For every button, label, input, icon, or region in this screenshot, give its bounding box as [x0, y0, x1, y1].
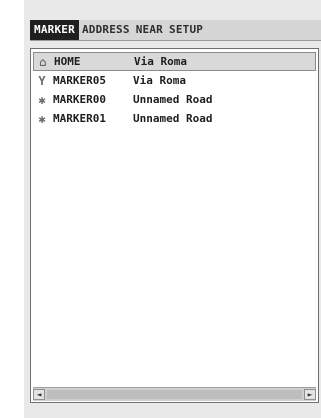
tab-address[interactable]: ADDRESS	[79, 20, 133, 40]
list-item[interactable]: Y MARKER05 Via Roma	[33, 71, 316, 90]
list-item[interactable]: ✱ MARKER00 Unnamed Road	[33, 90, 316, 109]
restaurant-glass-icon: Y	[38, 73, 46, 88]
scroll-left-arrow-icon[interactable]: ◄	[33, 389, 45, 400]
device-screen: MARKER ADDRESS NEAR SETUP ⌂ HOME Via Rom…	[24, 0, 321, 418]
scroll-right-arrow-icon[interactable]: ►	[304, 389, 316, 400]
tab-near[interactable]: NEAR	[133, 20, 166, 40]
marker-list-panel: ⌂ HOME Via Roma Y MARKER05 Via Roma ✱ MA…	[30, 48, 319, 403]
marker-name: MARKER05	[53, 74, 106, 87]
home-icon: ⌂	[39, 54, 47, 69]
marker-name: HOME	[54, 55, 81, 68]
tab-bar: MARKER ADDRESS NEAR SETUP	[30, 20, 321, 41]
marker-list: ⌂ HOME Via Roma Y MARKER05 Via Roma ✱ MA…	[33, 52, 316, 128]
marker-name: MARKER01	[53, 112, 106, 125]
marker-address: Unnamed Road	[133, 93, 213, 106]
list-item[interactable]: ✱ MARKER01 Unnamed Road	[33, 109, 316, 128]
marker-address: Unnamed Road	[133, 112, 213, 125]
marker-address: Via Roma	[134, 55, 187, 68]
list-item[interactable]: ⌂ HOME Via Roma	[33, 52, 316, 71]
scrollbar-thumb[interactable]	[47, 390, 302, 399]
tab-marker[interactable]: MARKER	[30, 20, 79, 40]
star-marker-icon: ✱	[38, 111, 46, 126]
tab-setup[interactable]: SETUP	[166, 20, 206, 40]
marker-name: MARKER00	[53, 93, 106, 106]
marker-address: Via Roma	[133, 74, 186, 87]
star-marker-icon: ✱	[38, 92, 46, 107]
horizontal-scrollbar[interactable]: ◄ ►	[33, 387, 316, 401]
